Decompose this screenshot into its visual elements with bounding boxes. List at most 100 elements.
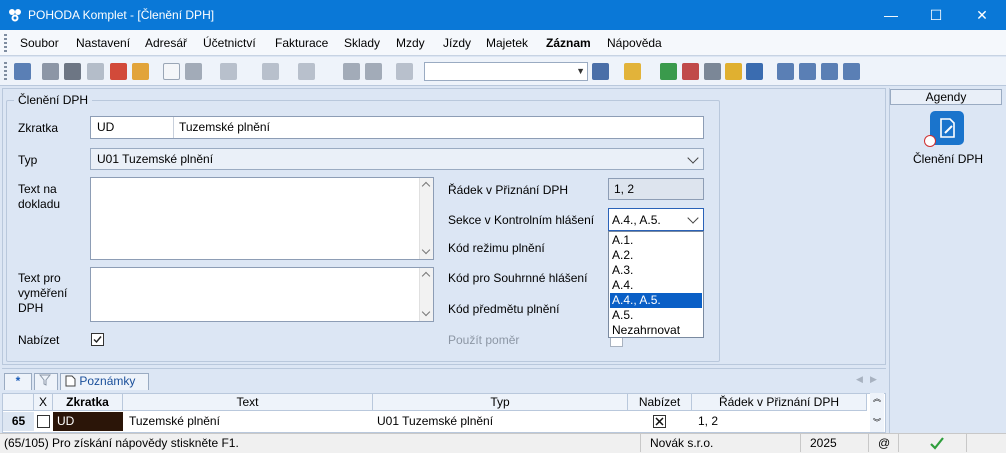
print-preview-icon[interactable] (87, 63, 104, 80)
nabizet-label: Nabízet (18, 333, 60, 347)
back-arrow-icon[interactable] (262, 63, 279, 80)
option-a4-a5[interactable]: A.4., A.5. (610, 293, 702, 308)
tab-star[interactable]: * (4, 373, 32, 390)
typ-value: U01 Tuzemské plnění (97, 152, 214, 166)
typ-select[interactable]: U01 Tuzemské plnění (90, 148, 704, 170)
sekce-dropdown-list: A.1. A.2. A.3. A.4. A.4., A.5. A.5. Neza… (608, 231, 704, 338)
email-pdf-icon[interactable] (132, 63, 149, 80)
tab-filter[interactable] (34, 373, 58, 390)
toolbar-combo[interactable]: ▼ (424, 62, 588, 81)
chevron-down-icon (687, 212, 699, 224)
column-header-text[interactable]: Text (123, 394, 373, 411)
close-button[interactable]: ✕ (958, 0, 1006, 30)
title-bar[interactable]: POHODA Komplet - [Členění DPH] — ☐ ✕ (0, 0, 1006, 30)
scroll-up-icon[interactable] (421, 181, 431, 191)
cell-radek[interactable]: 1, 2 (698, 412, 858, 431)
toolbar-grip[interactable] (4, 62, 7, 81)
menu-zaznam[interactable]: Záznam (546, 36, 591, 50)
option-a4[interactable]: A.4. (610, 278, 702, 293)
status-separator (868, 434, 869, 452)
row-number[interactable]: 65 (3, 412, 34, 431)
text-vymereni-label-1: Text pro (18, 271, 61, 285)
scroll-down-icon[interactable]: ︾ (873, 417, 881, 428)
forward-arrow-icon[interactable] (298, 63, 315, 80)
grid-view-icon[interactable] (220, 63, 237, 80)
cell-nabizet-checkbox[interactable] (653, 415, 666, 428)
menu-soubor[interactable]: Soubor (20, 36, 59, 50)
option-a1[interactable]: A.1. (610, 233, 702, 248)
scroll-down-icon[interactable] (421, 245, 431, 255)
scrollbar[interactable] (419, 268, 433, 321)
status-at-icon: @ (878, 436, 891, 450)
copy-icon[interactable] (42, 63, 59, 80)
close-icon: ✕ (976, 6, 988, 23)
tab-scroll-left-icon[interactable]: ◀ (856, 374, 863, 385)
folder-icon[interactable] (624, 63, 641, 80)
save-all-icon[interactable] (365, 63, 382, 80)
column-header-radek[interactable]: Řádek v Přiznání DPH (692, 394, 867, 411)
cell-typ[interactable]: U01 Tuzemské plnění (377, 412, 627, 431)
radek-field[interactable]: 1, 2 (608, 178, 704, 200)
menu-ucetnictvi[interactable]: Účetnictví (203, 36, 256, 50)
cell-zkratka[interactable]: UD (53, 412, 123, 431)
kod-rezimu-label: Kód režimu plnění (448, 241, 545, 255)
coins-icon[interactable] (725, 63, 742, 80)
menu-grip[interactable] (4, 34, 7, 53)
window-title: POHODA Komplet - [Členění DPH] (28, 8, 215, 22)
menu-sklady[interactable]: Sklady (344, 36, 380, 50)
minimize-button[interactable]: — (868, 0, 914, 30)
option-nezahrnovat[interactable]: Nezahrnovat (610, 323, 702, 338)
bank-icon[interactable] (660, 63, 677, 80)
save-icon[interactable] (343, 63, 360, 80)
menu-adresar[interactable]: Adresář (145, 36, 187, 50)
monitor-icon[interactable] (777, 63, 794, 80)
row-select-checkbox[interactable] (37, 415, 50, 428)
tab-scroll-right-icon[interactable]: ▶ (870, 374, 877, 385)
option-a2[interactable]: A.2. (610, 248, 702, 263)
scroll-up-icon[interactable]: ︽ (873, 393, 881, 404)
pouzit-pomer-label: Použít poměr (448, 333, 520, 347)
screen-icon[interactable] (821, 63, 838, 80)
help-icon[interactable] (843, 63, 860, 80)
text-vymereni-textarea[interactable] (90, 267, 434, 322)
menu-napoveda[interactable]: Nápověda (607, 36, 662, 50)
stop-icon[interactable] (682, 63, 699, 80)
menu-fakturace[interactable]: Fakturace (275, 36, 328, 50)
grid-scrollbar[interactable]: ︽ ︾ (870, 393, 884, 432)
column-header-x[interactable]: X (34, 394, 53, 411)
menu-majetek[interactable]: Majetek (486, 36, 528, 50)
option-a5[interactable]: A.5. (610, 308, 702, 323)
column-header-nabizet[interactable]: Nabízet (628, 394, 692, 411)
edit-icon[interactable] (185, 63, 202, 80)
scroll-down-icon[interactable] (421, 307, 431, 317)
column-header-typ[interactable]: Typ (373, 394, 628, 411)
nabizet-checkbox[interactable] (91, 333, 104, 346)
menu-nastaveni[interactable]: Nastavení (76, 36, 130, 50)
print-icon[interactable] (64, 63, 81, 80)
maximize-button[interactable]: ☐ (913, 0, 959, 30)
tab-poznamky[interactable]: Poznámky (60, 373, 149, 390)
scrollbar[interactable] (419, 178, 433, 259)
duplicate-icon[interactable] (396, 63, 413, 80)
status-company: Novák s.r.o. (650, 436, 714, 450)
sekce-select[interactable]: A.4., A.5. (608, 208, 704, 231)
text-dokladu-label-2: dokladu (18, 197, 61, 211)
iban-icon[interactable] (746, 63, 763, 80)
agenda-item-label: Členění DPH (913, 152, 984, 166)
menu-mzdy[interactable]: Mzdy (396, 36, 425, 50)
scroll-up-icon[interactable] (421, 271, 431, 281)
new-record-icon[interactable] (163, 63, 180, 80)
menu-jizdy[interactable]: Jízdy (443, 36, 471, 50)
window-icon[interactable] (799, 63, 816, 80)
radek-label: Řádek v Přiznání DPH (448, 183, 569, 197)
option-a3[interactable]: A.3. (610, 263, 702, 278)
column-header-zkratka[interactable]: Zkratka (53, 394, 123, 411)
nazev-input[interactable]: Tuzemské plnění (179, 120, 270, 134)
panel-toggle-icon[interactable] (14, 63, 31, 80)
text-dokladu-textarea[interactable] (90, 177, 434, 260)
filter-icon[interactable] (592, 63, 609, 80)
zkratka-input[interactable]: UD (97, 120, 114, 134)
calculator-icon[interactable] (704, 63, 721, 80)
pdf-icon[interactable] (110, 63, 127, 80)
cell-text[interactable]: Tuzemské plnění (129, 412, 369, 431)
